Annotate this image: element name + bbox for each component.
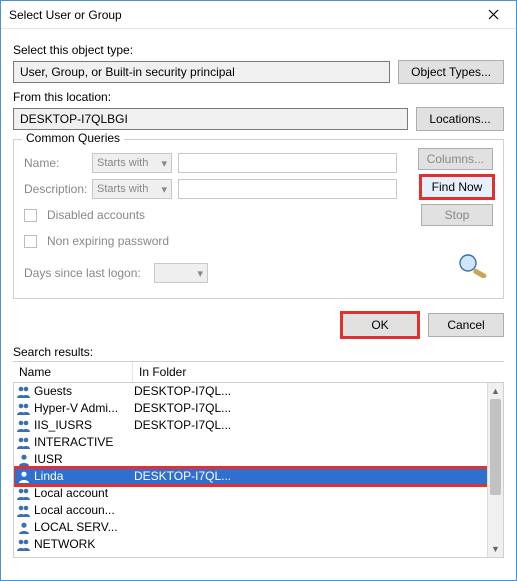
close-button[interactable] [472,2,514,28]
common-queries-legend: Common Queries [22,131,124,145]
user-icon [16,469,32,485]
result-row[interactable]: Local accoun... [14,502,503,519]
user-icon [16,520,32,536]
ok-button[interactable]: OK [342,313,418,337]
find-now-button[interactable]: Find Now [421,176,493,198]
result-name: Hyper-V Admi... [34,400,134,417]
group-icon [16,401,32,417]
magnifier-icon [453,250,493,278]
locations-button[interactable]: Locations... [416,107,504,131]
result-folder: DESKTOP-I7QL... [134,400,503,417]
days-since-label: Days since last logon: [24,266,148,280]
name-filter-input[interactable] [178,153,397,173]
result-name: LOCAL SERV... [34,519,134,536]
result-row[interactable]: Local account [14,485,503,502]
result-name: IUSR [34,451,134,468]
user-icon [16,452,32,468]
description-filter-label: Description: [24,182,86,196]
group-icon [16,435,32,451]
non-expiring-label: Non expiring password [47,234,169,248]
description-match-dropdown[interactable]: Starts with ▾ [92,179,172,199]
disabled-accounts-checkbox[interactable] [24,209,37,222]
non-expiring-checkbox[interactable] [24,235,37,248]
dialog-window: Select User or Group Select this object … [0,0,517,581]
result-folder: DESKTOP-I7QL... [134,417,503,434]
disabled-accounts-label: Disabled accounts [47,208,145,222]
stop-button[interactable]: Stop [421,204,493,226]
result-row[interactable]: NETWORK [14,536,503,553]
description-filter-input[interactable] [178,179,397,199]
result-name: NETWORK [34,536,134,553]
result-name: Local accoun... [34,502,134,519]
columns-button[interactable]: Columns... [418,148,493,170]
object-type-field: User, Group, or Built-in security princi… [13,61,390,83]
from-location-label: From this location: [13,90,504,104]
object-type-label: Select this object type: [13,43,504,57]
group-icon [16,418,32,434]
scroll-thumb[interactable] [490,399,501,495]
chevron-down-icon: ▾ [197,267,203,280]
search-results-label: Search results: [1,345,516,361]
group-icon [16,384,32,400]
dialog-body: Select this object type: User, Group, or… [1,29,516,301]
results-header: Name In Folder [13,361,504,383]
results-list[interactable]: GuestsDESKTOP-I7QL...Hyper-V Admi...DESK… [13,383,504,558]
location-field: DESKTOP-I7QLBGI [13,108,408,130]
cancel-button[interactable]: Cancel [428,313,504,337]
result-folder: DESKTOP-I7QL... [134,383,503,400]
result-name: Local account [34,485,134,502]
scroll-up-icon[interactable]: ▲ [488,383,503,399]
name-filter-label: Name: [24,156,86,170]
group-icon [16,486,32,502]
name-match-dropdown[interactable]: Starts with ▾ [92,153,172,173]
scrollbar[interactable]: ▲ ▼ [487,383,503,557]
group-icon [16,537,32,553]
dialog-buttons: OK Cancel [1,301,516,345]
result-row[interactable]: INTERACTIVE [14,434,503,451]
group-icon [16,503,32,519]
result-row[interactable]: GuestsDESKTOP-I7QL... [14,383,503,400]
window-title: Select User or Group [9,8,472,22]
scroll-down-icon[interactable]: ▼ [488,541,503,557]
result-name: Linda [34,468,134,485]
result-name: IIS_IUSRS [34,417,134,434]
result-row[interactable]: IUSR [14,451,503,468]
column-name[interactable]: Name [13,362,133,382]
titlebar: Select User or Group [1,1,516,29]
column-folder[interactable]: In Folder [133,362,504,382]
result-row[interactable]: IIS_IUSRSDESKTOP-I7QL... [14,417,503,434]
common-queries-group: Common Queries Name: Starts with ▾ Descr… [13,139,504,299]
chevron-down-icon: ▾ [161,157,167,170]
chevron-down-icon: ▾ [161,183,167,196]
days-since-dropdown[interactable]: ▾ [154,263,208,283]
result-row[interactable]: Hyper-V Admi...DESKTOP-I7QL... [14,400,503,417]
result-name: INTERACTIVE [34,434,134,451]
result-name: Guests [34,383,134,400]
result-row[interactable]: LOCAL SERV... [14,519,503,536]
object-types-button[interactable]: Object Types... [398,60,504,84]
result-row[interactable]: LindaDESKTOP-I7QL... [14,468,503,485]
result-folder: DESKTOP-I7QL... [134,468,503,485]
